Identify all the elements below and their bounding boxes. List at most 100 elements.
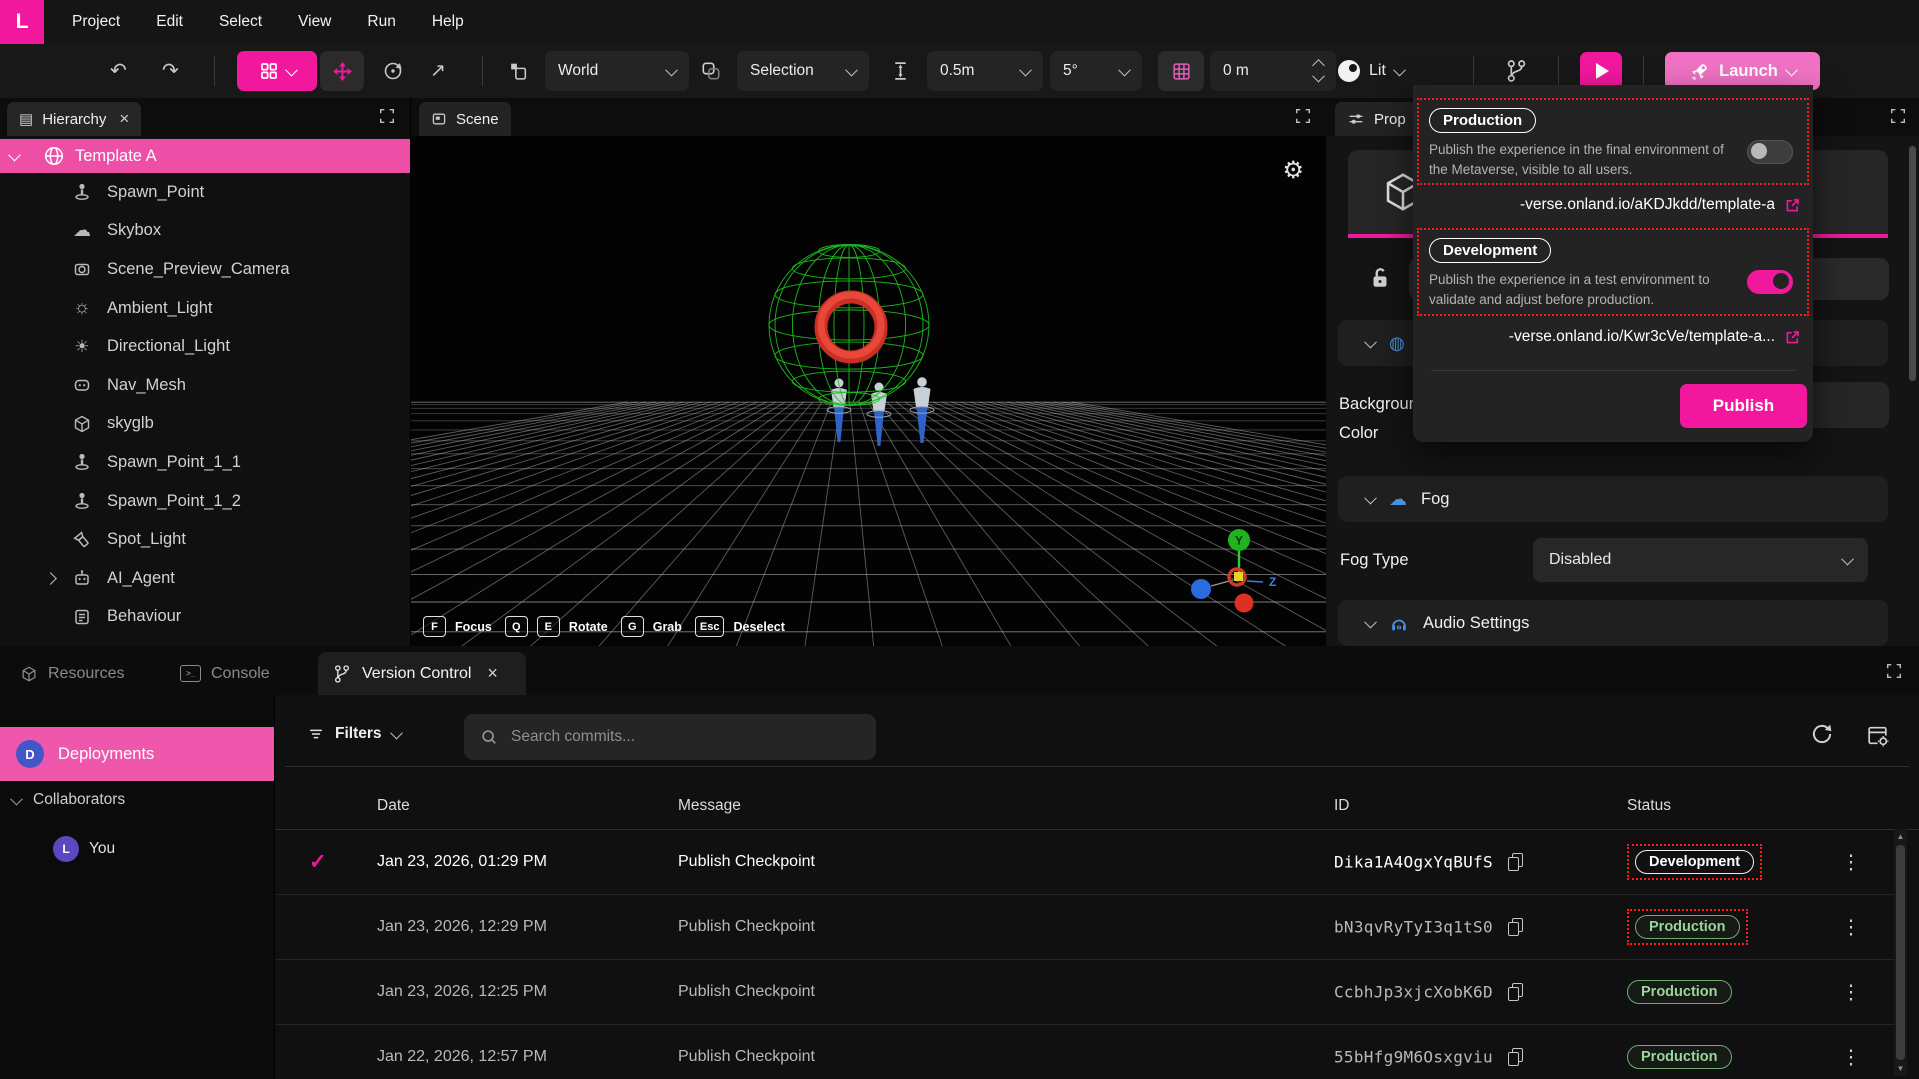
row-menu-kebab-icon[interactable]: ⋮: [1841, 849, 1862, 874]
search-commits-box[interactable]: [464, 714, 876, 760]
tab-console[interactable]: >_ Console: [166, 652, 284, 695]
sidebar-item-collaborators[interactable]: Collaborators: [12, 791, 125, 809]
menu-edit[interactable]: Edit: [138, 13, 201, 31]
expand-panel-icon[interactable]: [378, 107, 396, 125]
viewport-settings-gear-icon[interactable]: ⚙: [1282, 156, 1304, 185]
commits-scrollbar[interactable]: ▲ ▼: [1894, 829, 1907, 1076]
hierarchy-item-skybox[interactable]: ☁ Skybox: [0, 212, 410, 251]
audio-section-header[interactable]: Audio Settings: [1338, 600, 1888, 646]
hierarchy-item-behaviour[interactable]: Behaviour: [0, 598, 410, 637]
hierarchy-item-label: Spawn_Point_1_1: [107, 453, 241, 472]
close-icon[interactable]: ×: [487, 663, 498, 684]
commit-message: Publish Checkpoint: [678, 983, 815, 1001]
scroll-down-icon[interactable]: ▼: [1894, 1064, 1907, 1073]
sidebar-item-deployments[interactable]: D Deployments: [0, 727, 274, 781]
fog-type-dropdown[interactable]: Disabled: [1533, 538, 1868, 582]
hierarchy-item-spawn-point-1-1[interactable]: Spawn_Point_1_1: [0, 443, 410, 482]
world-space-dropdown[interactable]: World: [545, 51, 689, 91]
elevation-tool-button[interactable]: [890, 61, 911, 82]
chevron-down-icon: [1364, 615, 1377, 628]
wireframe-sphere: [769, 245, 929, 406]
commit-row[interactable]: Jan 23, 2026, 12:25 PM Publish Checkpoin…: [275, 959, 1895, 1025]
lock-icon[interactable]: [1367, 264, 1393, 290]
chevron-down-icon: [10, 792, 23, 805]
hint-deselect: Deselect: [733, 620, 784, 634]
chevron-right-icon[interactable]: [44, 572, 57, 585]
scale-tool-button[interactable]: ↗: [430, 62, 446, 81]
scrollbar-thumb[interactable]: [1896, 845, 1905, 1060]
scroll-up-icon[interactable]: ▲: [1894, 832, 1907, 841]
hierarchy-item-ai-agent[interactable]: AI_Agent: [0, 559, 410, 598]
row-menu-kebab-icon[interactable]: ⋮: [1841, 979, 1862, 1004]
rotate-snap-dropdown[interactable]: 5°: [1050, 51, 1142, 91]
hierarchy-item-spawn-point[interactable]: Spawn_Point: [0, 173, 410, 212]
expand-panel-icon[interactable]: [1885, 662, 1903, 680]
hierarchy-item-spawn-point-1-2[interactable]: Spawn_Point_1_2: [0, 482, 410, 521]
expand-panel-icon[interactable]: [1889, 107, 1907, 125]
hierarchy-item-scene-preview-camera[interactable]: Scene_Preview_Camera: [0, 250, 410, 289]
external-link-icon[interactable]: [1784, 329, 1801, 346]
chevron-down-icon: [1841, 552, 1854, 565]
shading-mode-dropdown[interactable]: Lit: [1338, 60, 1404, 82]
copy-id-icon[interactable]: [1508, 1048, 1523, 1066]
hierarchy-item-directional-light[interactable]: ☀ Directional_Light: [0, 327, 410, 366]
commit-row[interactable]: ✓ Jan 23, 2026, 01:29 PM Publish Checkpo…: [275, 829, 1895, 895]
move-snap-dropdown[interactable]: 0.5m: [927, 51, 1043, 91]
menu-help[interactable]: Help: [414, 13, 482, 31]
row-menu-kebab-icon[interactable]: ⋮: [1841, 914, 1862, 939]
menu-view[interactable]: View: [280, 13, 349, 31]
3d-viewport[interactable]: ⚙: [411, 136, 1326, 646]
tab-version-control[interactable]: Version Control ×: [318, 652, 526, 695]
redo-icon[interactable]: ↷: [162, 61, 179, 81]
row-menu-kebab-icon[interactable]: ⋮: [1841, 1044, 1862, 1069]
tab-hierarchy[interactable]: ▤ Hierarchy ×: [7, 102, 141, 136]
development-toggle[interactable]: [1747, 270, 1793, 294]
copy-id-icon[interactable]: [1508, 918, 1523, 936]
properties-scrollbar[interactable]: [1909, 142, 1916, 640]
elevation-stepper[interactable]: 0 m: [1210, 51, 1336, 91]
hierarchy-item-nav-mesh[interactable]: Nav_Mesh: [0, 366, 410, 405]
search-commits-input[interactable]: [509, 727, 843, 747]
fog-section-header[interactable]: ☁ Fog: [1338, 476, 1888, 522]
keycap-esc: Esc: [695, 616, 725, 637]
selection-mode-dropdown[interactable]: Selection: [737, 51, 869, 91]
chevron-down-icon: [1785, 63, 1798, 76]
sidebar-item-you[interactable]: L You: [53, 836, 115, 862]
production-toggle[interactable]: [1747, 140, 1793, 164]
current-commit-check-icon: ✓: [309, 849, 327, 874]
layout-tool-button[interactable]: [237, 51, 317, 91]
version-control-button[interactable]: [1504, 59, 1529, 84]
hierarchy-root-template-a[interactable]: Template A: [0, 139, 410, 173]
commit-settings-button[interactable]: [1865, 723, 1890, 748]
publish-button[interactable]: Publish: [1680, 384, 1807, 428]
refresh-button[interactable]: [1809, 721, 1835, 747]
overlap-mode-button[interactable]: [700, 60, 722, 82]
expand-panel-icon[interactable]: [1294, 107, 1312, 125]
stepper-arrows[interactable]: [1314, 61, 1323, 82]
menu-project[interactable]: Project: [54, 13, 138, 31]
menu-run[interactable]: Run: [349, 13, 413, 31]
rotate-tool-button[interactable]: [382, 60, 404, 82]
copy-id-icon[interactable]: [1508, 853, 1523, 871]
commit-row[interactable]: Jan 23, 2026, 12:29 PM Publish Checkpoin…: [275, 894, 1895, 960]
external-link-icon[interactable]: [1784, 197, 1801, 214]
hierarchy-item-skyglb[interactable]: skyglb: [0, 405, 410, 444]
commit-row[interactable]: Jan 22, 2026, 12:57 PM Publish Checkpoin…: [275, 1024, 1895, 1079]
close-icon[interactable]: ×: [119, 109, 129, 129]
filters-button[interactable]: Filters: [307, 725, 401, 743]
undo-icon[interactable]: ↶: [110, 61, 127, 81]
divider: [285, 766, 1909, 767]
hierarchy-item-ambient-light[interactable]: ☼ Ambient_Light: [0, 289, 410, 328]
grid-snap-toggle[interactable]: [1158, 51, 1204, 91]
toolbar-divider: [482, 56, 483, 86]
duplicate-button[interactable]: [508, 61, 529, 82]
app-logo[interactable]: L: [0, 0, 44, 44]
tab-scene[interactable]: Scene: [419, 102, 511, 136]
tab-properties[interactable]: Prop: [1335, 102, 1418, 136]
tab-resources[interactable]: Resources: [6, 652, 138, 695]
move-tool-button[interactable]: [320, 51, 364, 91]
copy-id-icon[interactable]: [1508, 983, 1523, 1001]
menu-select[interactable]: Select: [201, 13, 280, 31]
hierarchy-item-spot-light[interactable]: Spot_Light: [0, 520, 410, 559]
development-url-row: -verse.onland.io/Kwr3cVe/template-a...: [1509, 328, 1801, 346]
